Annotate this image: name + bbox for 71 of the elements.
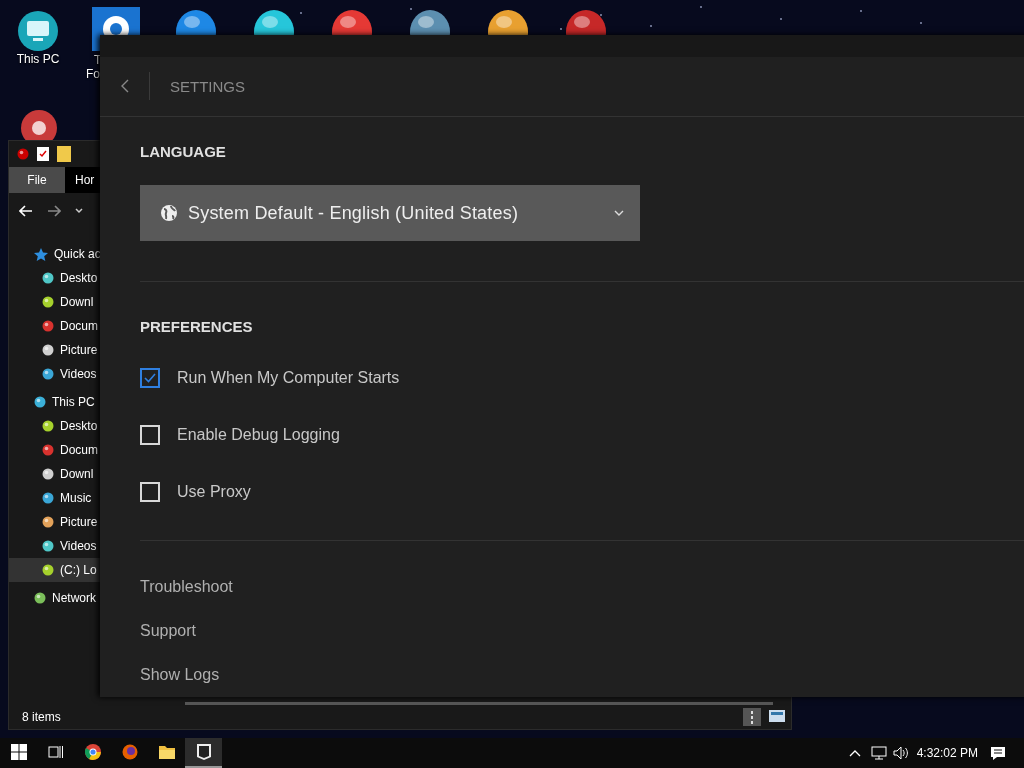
app-icon[interactable]: [252, 8, 296, 35]
ornament-icon: [42, 368, 54, 380]
ornament-icon: [42, 516, 54, 528]
star-icon: [34, 247, 48, 261]
section-heading: PREFERENCES: [140, 318, 254, 337]
firefox-icon: [121, 744, 138, 760]
settings-link[interactable]: Support: [140, 609, 1024, 653]
chevron-left-icon: [120, 79, 129, 94]
ornament-icon: [42, 468, 54, 480]
details-view-icon[interactable]: [743, 708, 761, 726]
option-label: Run When My Computer Starts: [177, 368, 400, 387]
ornament-icon: [42, 444, 54, 456]
ornament-icon: [42, 272, 54, 284]
epic-logo-icon: [196, 744, 211, 760]
option-label: Enable Debug Logging: [177, 425, 340, 444]
app-icon[interactable]: [564, 8, 608, 35]
ornament-icon: [42, 420, 54, 432]
nav-item[interactable]: Quick ac: [54, 247, 101, 261]
settings-link[interactable]: Show Logs: [140, 653, 1024, 697]
notification-icon[interactable]: [990, 745, 1006, 761]
nav-item[interactable]: Videos: [60, 539, 97, 553]
caret-up-icon[interactable]: [848, 749, 861, 757]
folder-icon: [158, 745, 175, 759]
nav-item[interactable]: Deskto: [60, 271, 98, 285]
checkbox[interactable]: [140, 367, 160, 388]
checklist-icon[interactable]: [37, 147, 49, 161]
back-arrow-icon[interactable]: [19, 205, 33, 217]
option-label: Use Proxy: [177, 482, 251, 501]
network-icon[interactable]: [870, 746, 887, 760]
nav-item[interactable]: Docum: [60, 443, 98, 457]
app-icon[interactable]: [330, 8, 374, 35]
nav-item[interactable]: Deskto: [60, 419, 98, 433]
checkmark-icon: [144, 372, 156, 383]
language-dropdown[interactable]: System Default - English (United States): [140, 185, 640, 241]
section-heading: LANGUAGE: [140, 143, 227, 162]
taskbar-app-button[interactable]: [185, 738, 222, 768]
clock[interactable]: 4:32:02 PM: [916, 746, 978, 760]
desktop-icon-label: This PC: [16, 52, 60, 66]
forward-arrow-icon[interactable]: [47, 205, 61, 217]
nav-item[interactable]: Downl: [60, 467, 94, 481]
tiles-view-icon[interactable]: [769, 710, 785, 724]
nav-item[interactable]: Downl: [60, 295, 94, 309]
app-icon[interactable]: [408, 8, 452, 35]
nav-item[interactable]: Picture: [60, 343, 98, 357]
ornament-icon: [42, 564, 54, 576]
ornament-icon: [42, 540, 54, 552]
page-title: SETTINGS: [170, 77, 245, 95]
nav-item[interactable]: Picture: [60, 515, 98, 529]
task-view-icon: [47, 745, 64, 759]
nav-item[interactable]: Docum: [60, 319, 98, 333]
nav-item[interactable]: Music: [60, 491, 92, 505]
ribbon-tab[interactable]: Hor: [65, 167, 99, 193]
chrome-icon: [84, 744, 101, 760]
chevron-down-icon[interactable]: [75, 208, 83, 214]
nav-item[interactable]: Network: [52, 591, 96, 605]
nav-item[interactable]: Videos: [60, 367, 97, 381]
ornament-icon: [42, 296, 54, 308]
ornament-icon: [42, 320, 54, 332]
volume-icon[interactable]: [892, 746, 909, 760]
ornament-icon: [42, 344, 54, 356]
desktop-icon-label: Fo: [86, 67, 100, 81]
scrollbar[interactable]: [185, 702, 773, 705]
ribbon-tab[interactable]: File: [9, 167, 65, 193]
nav-item[interactable]: This PC: [52, 395, 95, 409]
windows-icon: [10, 744, 27, 760]
app-icon[interactable]: [174, 8, 218, 35]
item-count: 8 items: [22, 710, 61, 724]
ornament-icon: [42, 492, 54, 504]
settings-link[interactable]: Troubleshoot: [140, 565, 1024, 609]
chevron-down-icon: [614, 210, 624, 216]
app-icon[interactable]: [486, 8, 530, 35]
